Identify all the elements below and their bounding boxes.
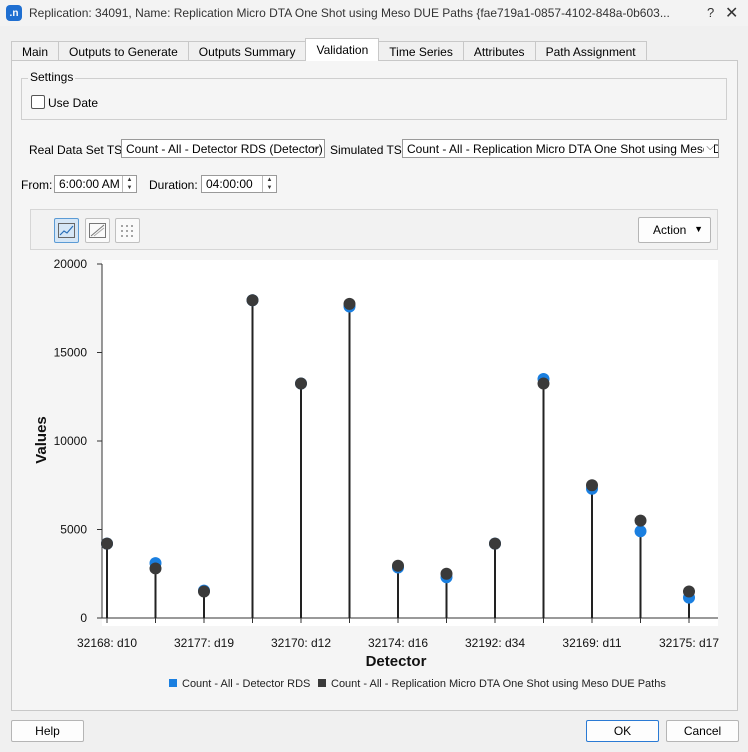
close-icon[interactable]: ✕: [725, 3, 738, 23]
title-bar: .n Replication: 34091, Name: Replication…: [0, 0, 748, 26]
simulated-data-point: [683, 585, 695, 598]
tab-outputs-summary[interactable]: Outputs Summary: [187, 41, 307, 61]
spin-down-icon[interactable]: ▼: [263, 184, 276, 192]
scatter-diagonal-icon: [89, 223, 106, 238]
simulated-data-point: [537, 377, 550, 390]
x-tick-label: 32168: d10: [77, 636, 137, 650]
legend-swatch-simulated: [318, 679, 326, 687]
tab-attributes[interactable]: Attributes: [462, 41, 536, 61]
x-tick-label: 32175: d17: [659, 636, 719, 650]
action-dropdown-button[interactable]: Action ▼: [638, 217, 711, 243]
use-date-label[interactable]: Use Date: [48, 96, 98, 110]
y-tick-label: 0: [80, 611, 87, 625]
line-chart-button[interactable]: [54, 218, 79, 243]
help-icon[interactable]: ?: [707, 5, 714, 20]
y-tick-label: 5000: [60, 523, 87, 537]
from-time-input[interactable]: 6:00:00 AM ▲ ▼: [54, 175, 137, 193]
simulated-data-point: [440, 567, 453, 580]
caret-down-icon: ▼: [694, 224, 703, 234]
real-data-set-combo[interactable]: Count - All - Detector RDS (Detector) ⌵: [121, 139, 325, 158]
real-data-point: [634, 525, 647, 538]
from-spinner[interactable]: ▲ ▼: [122, 176, 136, 192]
simulated-ts-label: Simulated TS:: [330, 143, 406, 157]
line-chart-icon: [58, 223, 75, 238]
simulated-data-point: [295, 377, 307, 390]
tab-validation[interactable]: Validation: [305, 38, 380, 61]
x-tick-label: 32192: d34: [465, 636, 525, 650]
tab-outputs-to-generate[interactable]: Outputs to Generate: [58, 41, 189, 61]
spin-down-icon[interactable]: ▼: [123, 184, 136, 192]
simulated-data-point: [586, 479, 598, 492]
legend-label-rds: Count - All - Detector RDS: [182, 678, 310, 690]
y-tick-label: 15000: [54, 346, 88, 360]
settings-legend: Settings: [28, 70, 76, 84]
tab-main[interactable]: Main: [11, 41, 60, 61]
real-data-set-value: Count - All - Detector RDS (Detector): [126, 142, 323, 156]
simulated-data-point: [246, 294, 259, 307]
app-logo-icon: .n: [6, 5, 22, 21]
validation-chart: 0 5000 10000 15000 20000 32168: d10 32177: d1…: [33, 257, 719, 690]
x-tick-label: 32174: d16: [368, 636, 428, 650]
simulated-ts-combo[interactable]: Count - All - Replication Micro DTA One …: [402, 139, 719, 158]
settings-group: [21, 78, 727, 120]
from-time-value: 6:00:00 AM: [59, 177, 120, 191]
x-tick-label: 32170: d12: [271, 636, 331, 650]
help-button[interactable]: Help: [11, 720, 84, 742]
from-label: From:: [21, 178, 53, 192]
use-date-checkbox[interactable]: [31, 95, 45, 109]
simulated-data-point: [392, 559, 404, 572]
simulated-ts-value: Count - All - Replication Micro DTA One …: [407, 142, 719, 156]
legend-swatch-rds: [169, 679, 177, 687]
duration-label: Duration:: [149, 178, 198, 192]
chevron-down-icon: ⌵: [704, 142, 714, 153]
simulated-data-point: [489, 537, 501, 550]
tab-bar: Main Outputs to Generate Outputs Summary…: [11, 38, 647, 61]
legend-label-simulated: Count - All - Replication Micro DTA One …: [331, 678, 666, 690]
tab-path-assignment[interactable]: Path Assignment: [534, 41, 647, 61]
duration-spinner[interactable]: ▲ ▼: [262, 176, 276, 192]
y-axis-label: Values: [33, 416, 50, 464]
real-data-set-label: Real Data Set TS:: [29, 143, 126, 157]
x-axis-label: Detector: [366, 653, 427, 670]
chevron-down-icon: ⌵: [312, 142, 320, 153]
chart-toolbar: Action ▼: [30, 209, 718, 250]
legend: Count - All - Detector RDS Count - All -…: [169, 678, 666, 690]
ok-button[interactable]: OK: [586, 720, 659, 742]
simulated-data-point: [198, 585, 210, 598]
plot-area: [102, 260, 718, 626]
y-tick-label: 20000: [54, 257, 88, 271]
scatter-button[interactable]: [85, 218, 110, 243]
spin-up-icon[interactable]: ▲: [123, 176, 136, 184]
y-axis: 0 5000 10000 15000 20000: [54, 257, 103, 625]
y-tick-label: 10000: [54, 434, 88, 448]
simulated-data-point: [343, 297, 356, 310]
duration-value: 04:00:00: [206, 177, 253, 191]
simulated-data-point: [634, 514, 647, 527]
spin-up-icon[interactable]: ▲: [263, 176, 276, 184]
action-label: Action: [653, 223, 687, 237]
x-tick-label: 32177: d19: [174, 636, 234, 650]
cancel-button[interactable]: Cancel: [666, 720, 739, 742]
grid-button[interactable]: [115, 218, 140, 243]
duration-input[interactable]: 04:00:00 ▲ ▼: [201, 175, 277, 193]
simulated-data-point: [149, 562, 162, 575]
window-title: Replication: 34091, Name: Replication Mi…: [29, 6, 670, 20]
tab-time-series[interactable]: Time Series: [378, 41, 464, 61]
x-tick-label: 32169: d11: [562, 636, 621, 650]
simulated-data-point: [101, 537, 113, 550]
grid-dots-icon: [121, 225, 133, 237]
